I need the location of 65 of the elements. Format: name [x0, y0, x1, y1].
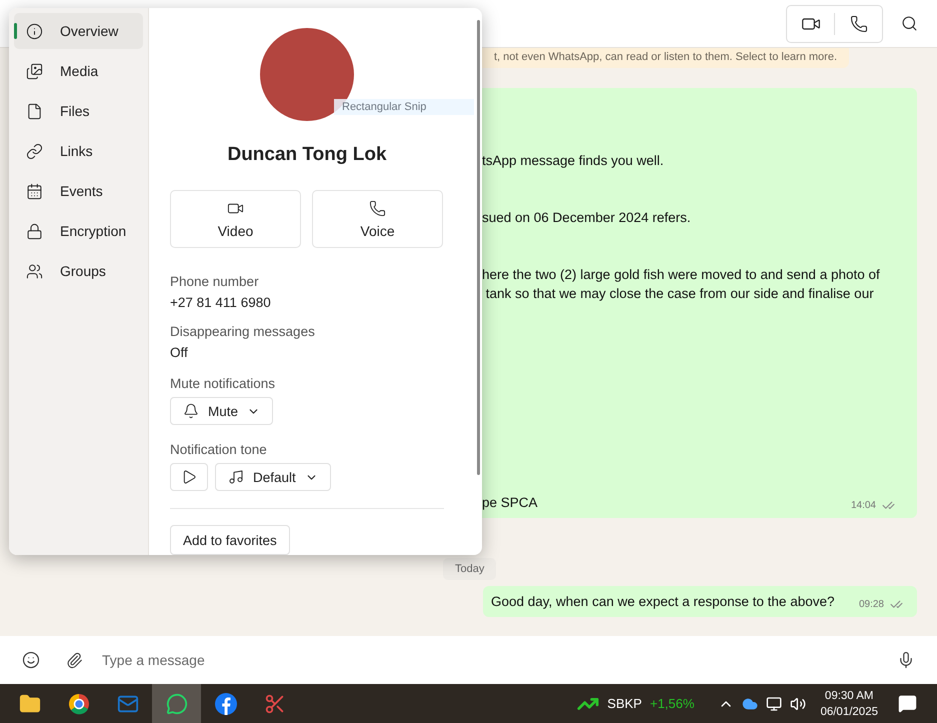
- people-icon: [26, 262, 43, 280]
- nav-tab[interactable]: Events: [14, 173, 143, 209]
- message-text: here the two (2) large gold fish were moved to and send a photo of: [482, 266, 881, 284]
- contact-name: Duncan Tong Lok: [227, 144, 387, 166]
- cloud-icon[interactable]: [742, 696, 758, 712]
- message-text: pe SPCA: [482, 494, 538, 512]
- file-icon: [26, 102, 43, 120]
- message-text: tsApp message finds you well.: [482, 152, 665, 170]
- smiley-icon: [22, 651, 40, 669]
- bell-icon: [183, 403, 199, 420]
- calendar-icon: [26, 182, 43, 200]
- nav-tab[interactable]: Overview: [14, 13, 143, 49]
- play-button[interactable]: [170, 463, 208, 492]
- microphone-icon: [897, 651, 915, 669]
- message-time: 09:28: [858, 599, 884, 610]
- double-tick-icon: [882, 499, 895, 512]
- folder-icon: [18, 692, 40, 714]
- video-call-button[interactable]: Video: [170, 190, 301, 248]
- volume-icon[interactable]: [790, 696, 806, 712]
- chat-app-icon: [166, 692, 188, 714]
- message-time: 14:04: [850, 500, 876, 511]
- tone-dropdown[interactable]: Default: [215, 463, 331, 492]
- nav-tab[interactable]: Encryption: [14, 213, 143, 249]
- scissors-icon: [264, 692, 286, 714]
- stock-change: +1,56%: [650, 696, 694, 711]
- double-tick-icon: [890, 598, 903, 611]
- nav-tab[interactable]: Groups: [14, 253, 143, 289]
- info-icon: [26, 22, 43, 40]
- taskbar-clock[interactable]: 09:30 AM 06/01/2025: [820, 688, 878, 720]
- voice-call-button[interactable]: Voice: [312, 190, 443, 248]
- nav-tab[interactable]: Files: [14, 93, 143, 129]
- phone-icon: [369, 200, 386, 217]
- field-value: +27 81 411 6980: [170, 295, 272, 310]
- search-icon: [900, 15, 918, 32]
- paperclip-icon: [66, 652, 82, 668]
- clock-date: 06/01/2025: [820, 704, 878, 720]
- encryption-notice[interactable]: t, not even WhatsApp, can read or listen to them. Select to learn more.: [482, 48, 850, 68]
- field-label: Notification tone: [170, 442, 268, 458]
- nav-tab[interactable]: Links: [14, 133, 143, 169]
- date-chip: Today: [443, 558, 496, 580]
- snip-tooltip: Rectangular Snip: [334, 99, 474, 115]
- social-app-icon: [214, 692, 238, 716]
- lock-icon: [26, 222, 43, 240]
- add-to-favorites-button[interactable]: Add to favorites: [170, 525, 290, 555]
- mute-dropdown[interactable]: Mute: [170, 397, 274, 426]
- field-value: Off: [170, 345, 189, 360]
- field-label: Disappearing messages: [170, 324, 316, 340]
- play-icon: [181, 469, 197, 486]
- clock-time: 09:30 AM: [824, 688, 874, 704]
- message-text: Good day, when can we expect a response to the above?: [491, 593, 834, 611]
- message-composer[interactable]: Type a message: [0, 636, 937, 684]
- notification-icon[interactable]: [898, 694, 917, 713]
- message-text: sued on 06 December 2024 refers.: [482, 209, 692, 227]
- browser-icon: [68, 692, 90, 714]
- message-text: tank so that we may close the case from our side and finalise our: [484, 285, 875, 303]
- emoji-button[interactable]: [20, 649, 42, 671]
- music-note-icon: [228, 469, 244, 486]
- field-label: Mute notifications: [170, 376, 276, 392]
- stock-symbol: SBKP: [607, 696, 642, 711]
- media-icon: [26, 62, 43, 80]
- network-icon[interactable]: [766, 696, 782, 712]
- phone-icon: [850, 14, 868, 32]
- link-icon: [26, 142, 43, 160]
- field-label: Phone number: [170, 274, 260, 290]
- nav-tab[interactable]: Media: [14, 53, 143, 89]
